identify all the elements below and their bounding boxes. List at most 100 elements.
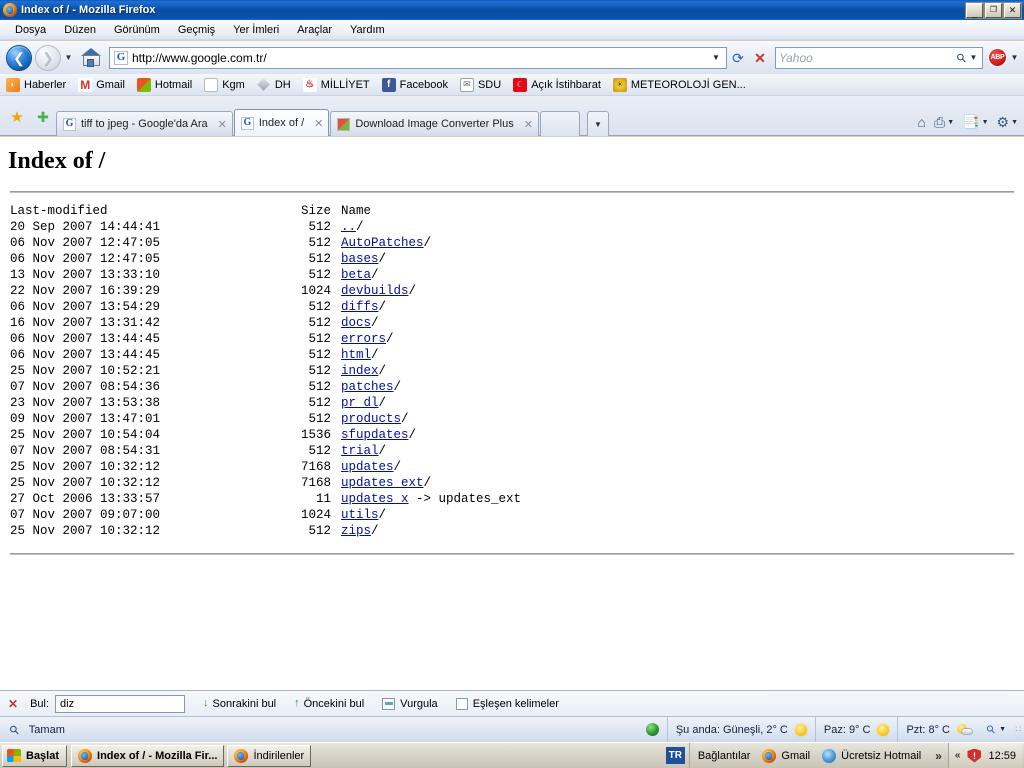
new-tab-button[interactable] xyxy=(539,111,580,136)
maximize-button[interactable]: ❐ xyxy=(984,1,1003,19)
url-input[interactable]: http://www.google.com.tr/ xyxy=(132,51,708,65)
language-indicator[interactable]: TR xyxy=(665,747,685,764)
back-button[interactable]: ❮ xyxy=(6,44,32,71)
match-case-checkbox[interactable]: Eşleşen kelimeler xyxy=(455,697,559,710)
tab-tiff-to-jpeg[interactable]: G tiff to jpeg - Google'da Ara ✕ xyxy=(56,111,233,136)
start-button[interactable]: Başlat xyxy=(2,744,68,767)
reload-icon[interactable]: ⟳ xyxy=(727,47,749,69)
tab-download-image-converter[interactable]: . Download Image Converter Plus ✕ xyxy=(330,111,539,136)
menu-item-duzen[interactable]: Düzen xyxy=(55,22,105,38)
row-name: AutoPatches/ xyxy=(341,235,431,251)
tab-close-icon[interactable]: ✕ xyxy=(218,118,227,131)
row-name-link[interactable]: updates x xyxy=(341,492,409,506)
minimize-button[interactable]: _ xyxy=(965,1,984,19)
tab-close-icon[interactable]: ✕ xyxy=(314,117,323,130)
find-input[interactable]: diz xyxy=(55,694,186,713)
find-close-icon[interactable]: ✕ xyxy=(8,697,18,711)
row-name-link[interactable]: utils xyxy=(341,508,379,522)
stop-icon[interactable]: ✕ xyxy=(749,47,771,69)
weather-current[interactable]: Şu anda: Güneşli, 2° C xyxy=(666,717,815,742)
print-caret-icon[interactable]: ▼ xyxy=(947,119,954,126)
row-name-link[interactable]: products xyxy=(341,412,401,426)
history-dropdown-caret-icon[interactable]: ▼ xyxy=(63,53,74,62)
tab-index-of[interactable]: G Index of / ✕ xyxy=(233,109,330,136)
quicklaunch-baglantilar[interactable]: Bağlantılar xyxy=(698,750,751,762)
menu-item-yer-imleri[interactable]: Yer İmleri xyxy=(224,22,288,38)
tab-list-caret-icon[interactable]: ▼ xyxy=(586,111,609,136)
row-name-link[interactable]: .. xyxy=(341,220,356,234)
toolbar-print-icon[interactable]: ⎙ ▼ xyxy=(934,115,954,129)
start-label: Başlat xyxy=(26,749,60,762)
highlight-all-button[interactable]: Vurgula xyxy=(382,697,438,710)
row-name-link[interactable]: sfupdates xyxy=(341,428,409,442)
settings-caret-icon[interactable]: ▼ xyxy=(1011,119,1018,126)
row-name-link[interactable]: html xyxy=(341,348,371,362)
row-name-link[interactable]: devbuilds xyxy=(341,284,409,298)
notes-caret-icon[interactable]: ▼ xyxy=(982,119,989,126)
search-engine-caret-icon[interactable]: ▼ xyxy=(968,53,979,62)
row-name-link[interactable]: zips xyxy=(341,524,371,538)
row-name-link[interactable]: updates xyxy=(341,460,394,474)
menu-item-yardim[interactable]: Yardım xyxy=(341,22,394,38)
adblock-caret-icon[interactable]: ▼ xyxy=(1009,53,1020,62)
home-icon[interactable] xyxy=(80,46,104,70)
close-button[interactable]: ✕ xyxy=(1003,1,1022,19)
tray-expand-icon[interactable]: « xyxy=(955,750,961,761)
taskbar-item-indirilenler[interactable]: İndirilenler xyxy=(227,744,312,767)
menu-item-gecmis[interactable]: Geçmiş xyxy=(169,22,224,38)
search-box[interactable]: Yahoo ⚲ ▼ xyxy=(775,46,983,69)
bookmark-meteoroloji[interactable]: ☀ METEOROLOJİ GEN... xyxy=(612,77,746,92)
bookmark-milliyet[interactable]: ♨ MİLLİYET xyxy=(302,77,370,92)
toolbar-settings-gear-icon[interactable]: ⚙ ▼ xyxy=(997,115,1019,129)
bookmark-kgm[interactable]: Kgm xyxy=(204,77,245,92)
resize-grip-icon[interactable]: ∷ xyxy=(1012,724,1024,735)
bookmark-hotmail[interactable]: . Hotmail xyxy=(136,77,192,92)
row-name-link[interactable]: beta xyxy=(341,268,371,282)
globe-status-icon[interactable] xyxy=(645,723,659,736)
find-next-label: Sonrakini bul xyxy=(212,697,277,710)
row-name-suffix: / xyxy=(393,460,402,474)
find-next-button[interactable]: ↓ Sonrakini bul xyxy=(203,698,276,710)
row-name-link[interactable]: pr dl xyxy=(341,396,379,410)
url-bar[interactable]: G http://www.google.com.tr/ ▼ xyxy=(109,46,727,69)
adblock-plus-icon[interactable]: ABP xyxy=(988,48,1007,67)
row-name-link[interactable]: bases xyxy=(341,252,379,266)
zoom-control[interactable]: ⚲ ▼ xyxy=(981,722,1012,737)
menu-item-araclar[interactable]: Araçlar xyxy=(288,22,341,38)
bookmark-facebook[interactable]: f Facebook xyxy=(381,77,448,92)
row-name-link[interactable]: updates ext xyxy=(341,476,424,490)
weather-monday[interactable]: Pzt: 8° C xyxy=(897,717,981,742)
shield-icon[interactable]: ! xyxy=(967,748,982,763)
row-name-link[interactable]: AutoPatches xyxy=(341,236,424,250)
quicklaunch-ucretsiz-hotmail[interactable]: Ücretsiz Hotmail xyxy=(822,748,921,763)
row-name-link[interactable]: diffs xyxy=(341,300,379,314)
bookmark-star-icon[interactable]: ★ xyxy=(6,106,28,128)
checkbox-icon[interactable] xyxy=(455,697,468,710)
row-name-link[interactable]: docs xyxy=(341,316,371,330)
toolbar-notes-icon[interactable]: 📑 ▼ xyxy=(962,115,988,129)
bookmark-sdu[interactable]: ✉ SDU xyxy=(459,77,501,92)
taskbar-item-firefox[interactable]: Index of / - Mozilla Fir... xyxy=(71,744,225,767)
zoom-icon[interactable]: ⚲ xyxy=(984,722,998,737)
bookmark-haberler[interactable]: ◐ Haberler xyxy=(6,77,66,92)
bookmark-dh[interactable]: DH xyxy=(257,78,291,92)
zoom-caret-icon[interactable]: ▼ xyxy=(999,726,1006,733)
search-input[interactable]: Yahoo xyxy=(779,51,957,65)
bookmark-acik-istihbarat[interactable]: ☾ Açık İstihbarat xyxy=(513,77,601,92)
row-name-link[interactable]: errors xyxy=(341,332,386,346)
weather-sunday[interactable]: Paz: 9° C xyxy=(814,717,898,742)
quicklaunch-gmail[interactable]: Gmail xyxy=(762,748,810,763)
menu-item-gorunum[interactable]: Görünüm xyxy=(105,22,169,38)
row-name-link[interactable]: index xyxy=(341,364,379,378)
menu-item-dosya[interactable]: Dosya xyxy=(6,22,55,38)
bookmark-gmail[interactable]: M Gmail xyxy=(78,77,125,92)
quicklaunch-overflow-icon[interactable]: » xyxy=(935,749,942,763)
find-previous-button[interactable]: ↑ Öncekini bul xyxy=(294,698,364,710)
url-dropdown-caret-icon[interactable]: ▼ xyxy=(708,53,724,62)
status-search-icon[interactable]: ⚲ xyxy=(6,721,22,737)
row-name-link[interactable]: trial xyxy=(341,444,379,458)
add-bookmark-icon[interactable]: ✚ xyxy=(32,106,54,128)
toolbar-home-icon[interactable]: ⌂ xyxy=(918,115,926,129)
tab-close-icon[interactable]: ✕ xyxy=(524,118,533,131)
row-name-link[interactable]: patches xyxy=(341,380,394,394)
